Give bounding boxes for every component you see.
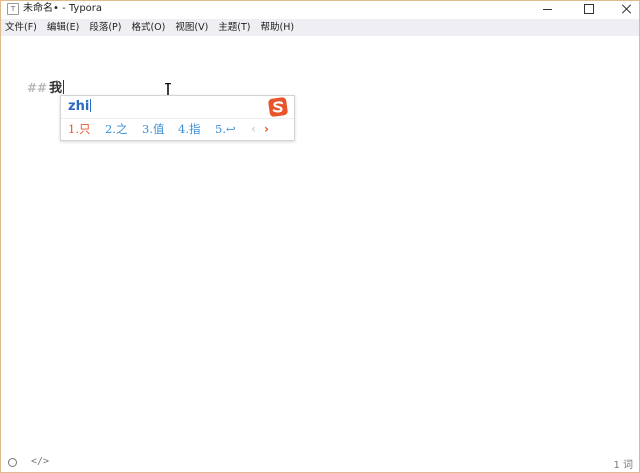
ime-candidate-5[interactable]: 5.↩ [215, 119, 236, 139]
heading-line[interactable]: ## 我 [27, 80, 65, 97]
text-caret [63, 80, 65, 94]
heading-text: 我 [49, 81, 63, 96]
editor-area[interactable]: ## 我 zhi 1.只 2.之 3.值 4.指 5.↩ ‹ › [1, 36, 639, 455]
maximize-icon [584, 4, 594, 14]
menu-help[interactable]: 帮助(H) [261, 19, 295, 36]
minimize-icon [542, 8, 552, 10]
heading-marker: ## [27, 81, 48, 95]
ime-prev-page-icon[interactable]: ‹ [251, 119, 256, 139]
source-mode-icon[interactable]: </> [31, 456, 49, 467]
close-icon [622, 4, 632, 14]
typora-app-icon: T [7, 3, 19, 15]
word-count[interactable]: 1 词 [613, 456, 633, 471]
menu-bar: 文件(F) 编辑(E) 段落(P) 格式(O) 视图(V) 主题(T) 帮助(H… [1, 19, 639, 36]
ime-input-row: zhi [61, 96, 294, 119]
menu-view[interactable]: 视图(V) [175, 19, 208, 36]
menu-paragraph[interactable]: 段落(P) [89, 19, 121, 36]
ime-candidate-4[interactable]: 4.指 [178, 119, 200, 139]
close-button[interactable] [605, 1, 639, 17]
ime-candidate-1[interactable]: 1.只 [68, 119, 90, 139]
ime-candidate-2[interactable]: 2.之 [105, 119, 127, 139]
ime-pinyin-input: zhi [68, 99, 92, 114]
menu-format[interactable]: 格式(O) [131, 19, 165, 36]
ime-candidate-3[interactable]: 3.值 [142, 119, 164, 139]
ime-candidate-list: 1.只 2.之 3.值 4.指 5.↩ ‹ › [61, 119, 294, 139]
ime-candidate-popup: zhi 1.只 2.之 3.值 4.指 5.↩ ‹ › [60, 95, 295, 141]
menu-file[interactable]: 文件(F) [5, 19, 37, 36]
title-bar[interactable]: T 未命名• - Typora [1, 1, 639, 17]
ime-next-page-icon[interactable]: › [264, 119, 269, 139]
sogou-ime-logo-icon[interactable] [267, 97, 289, 117]
window-title: 未命名• - Typora [23, 3, 103, 14]
menu-edit[interactable]: 编辑(E) [47, 19, 79, 36]
outline-toggle-icon[interactable] [8, 458, 17, 467]
status-bar: </> 1 词 [1, 455, 639, 472]
minimize-button[interactable] [525, 1, 569, 17]
menu-theme[interactable]: 主题(T) [218, 19, 250, 36]
typora-window: T 未命名• - Typora 文件(F) 编辑(E) 段落(P) 格式(O) … [0, 0, 640, 473]
